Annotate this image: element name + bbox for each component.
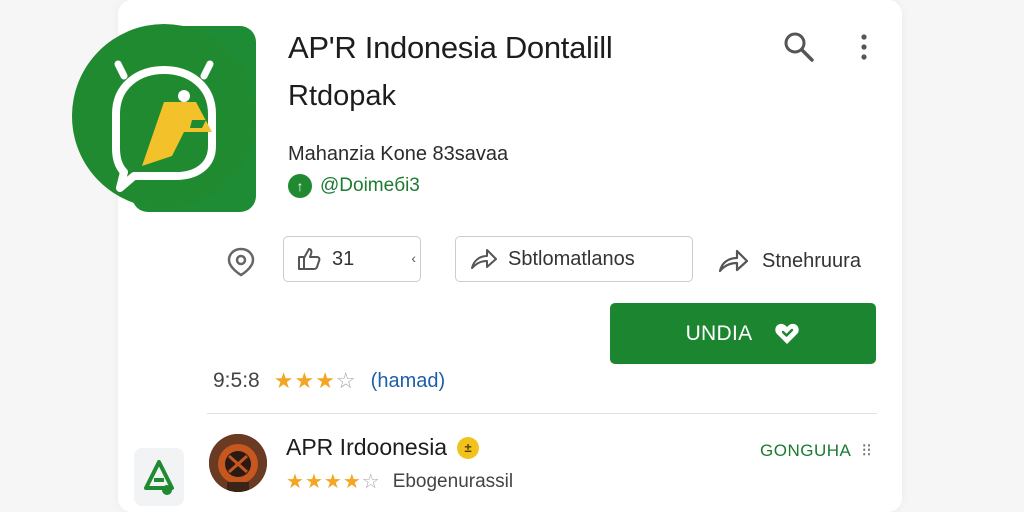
forward-arrow-icon (718, 249, 749, 273)
avatar-image (209, 434, 267, 492)
section-divider (207, 413, 877, 414)
star-icon: ★ (286, 471, 305, 493)
android-logo-icon (112, 60, 216, 192)
chevron-left-icon: ‹ (411, 250, 416, 266)
list-item-action-label: GONGUHA (760, 440, 852, 460)
list-item-action-button[interactable]: GONGUHA ⁝⁝ (760, 440, 872, 461)
star-icon: ★ (273, 368, 295, 393)
star-empty-icon: ☆ (335, 368, 357, 393)
location-pin-icon (227, 247, 255, 277)
share-secondary-button[interactable]: Stnehruura (716, 244, 861, 278)
rating-row: 9:5:8 ★★★☆ (hamad) (213, 368, 445, 394)
share-secondary-label: Stnehruura (762, 249, 861, 272)
star-icon: ★ (315, 368, 336, 393)
more-vert-icon (861, 34, 867, 60)
android-mini-icon (144, 460, 174, 495)
list-item-meta-text: Ebogenurassil (392, 470, 514, 492)
side-app-icon[interactable] (134, 448, 184, 506)
star-icon: ★ (294, 368, 316, 393)
thumbs-up-icon (298, 248, 321, 270)
list-item-title: APR Irdoonesia ± (286, 434, 480, 461)
developer-name[interactable]: Mahanzia Kone 83savaa (288, 143, 508, 166)
star-icon: ★ (304, 471, 324, 493)
location-button[interactable] (226, 246, 256, 278)
share-label: Sbtlomatlanos (508, 247, 635, 270)
tag-label: @Doimeбi3 (320, 175, 420, 196)
list-item-stars: ★★★★☆ (286, 469, 381, 494)
star-icon: ★ (323, 471, 343, 493)
search-button[interactable] (782, 30, 816, 64)
list-item-title-text: APR Irdoonesia (286, 434, 448, 460)
rating-value: 9:5:8 (213, 369, 260, 392)
grid-dots-icon: ⁝⁝ (861, 440, 872, 460)
app-icon (72, 24, 256, 212)
avatar[interactable] (209, 434, 267, 492)
more-options-button[interactable] (852, 30, 876, 64)
list-item-meta: ★★★★☆ Ebogenurassil (286, 469, 513, 494)
star-icon: ★ (342, 471, 362, 493)
reviews-link[interactable]: (hamad) (371, 370, 445, 393)
rating-stars: ★★★☆ (274, 368, 357, 394)
heart-icon (775, 323, 800, 344)
search-icon (784, 32, 814, 62)
app-subtitle: Rtdopak (288, 80, 397, 112)
leaf-icon: ↑ (288, 174, 312, 198)
like-button[interactable]: 31 ‹ (283, 236, 421, 282)
app-title: AP'R Indonesia Dontalill (288, 30, 613, 65)
install-button[interactable]: UNDIA (610, 303, 876, 364)
share-arrow-icon (471, 249, 497, 269)
share-button[interactable]: Sbtlomatlanos (455, 236, 693, 282)
star-empty-icon: ☆ (361, 471, 381, 493)
install-label: UNDIA (685, 321, 753, 345)
like-count: 31 (332, 247, 355, 270)
app-tag[interactable]: ↑ @Doimeбi3 (288, 174, 420, 198)
verified-badge: ± (457, 436, 480, 459)
